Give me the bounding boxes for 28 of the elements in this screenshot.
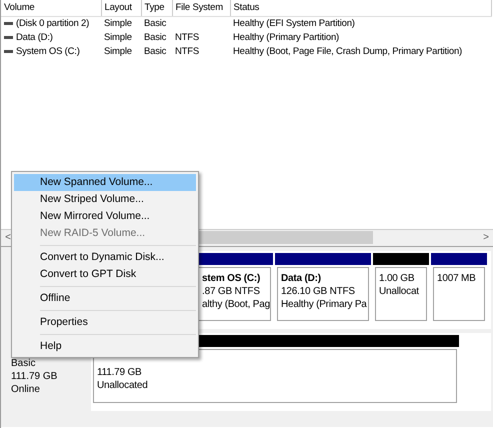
table-cell: Simple: [104, 46, 132, 57]
disk-info-text: Online: [11, 383, 41, 396]
partition-text: althy (Boot, Pag: [202, 298, 267, 311]
disk-info-text: Basic: [11, 357, 36, 370]
partition-text: Unallocated: [97, 379, 149, 392]
table-cell: Healthy (EFI System Partition): [233, 18, 355, 29]
table-cell: Simple: [104, 18, 132, 29]
partition-text: Healthy (Primary Pa: [281, 298, 365, 311]
partition-text: Data (D:): [281, 272, 322, 285]
table-cell: Healthy (Boot, Page File, Crash Dump, Primary Partition): [233, 46, 462, 57]
table-cell: System OS (C:): [16, 46, 80, 57]
table-cell: Basic: [144, 46, 166, 57]
partition-text: stem OS (C:): [202, 272, 262, 285]
partition-text: 1.00 GB: [379, 272, 416, 285]
partition-text: Unallocat: [379, 285, 420, 298]
table-cell: Simple: [104, 32, 132, 43]
partition-text: 111.79 GB: [97, 366, 143, 379]
disk-info-text: 111.79 GB: [11, 370, 58, 383]
table-cell: Healthy (Primary Partition): [233, 32, 339, 43]
partition-text: 126.10 GB NTFS: [281, 285, 356, 298]
table-cell: NTFS: [175, 46, 200, 57]
table-cell: (Disk 0 partition 2): [16, 18, 90, 29]
partition-text: 1007 MB: [437, 272, 477, 285]
table-cell: Basic: [144, 32, 166, 43]
table-cell: Basic: [144, 18, 166, 29]
table-cell: Data (D:): [16, 32, 53, 43]
partition-text: .87 GB NTFS: [202, 285, 261, 298]
table-cell: NTFS: [175, 32, 200, 43]
